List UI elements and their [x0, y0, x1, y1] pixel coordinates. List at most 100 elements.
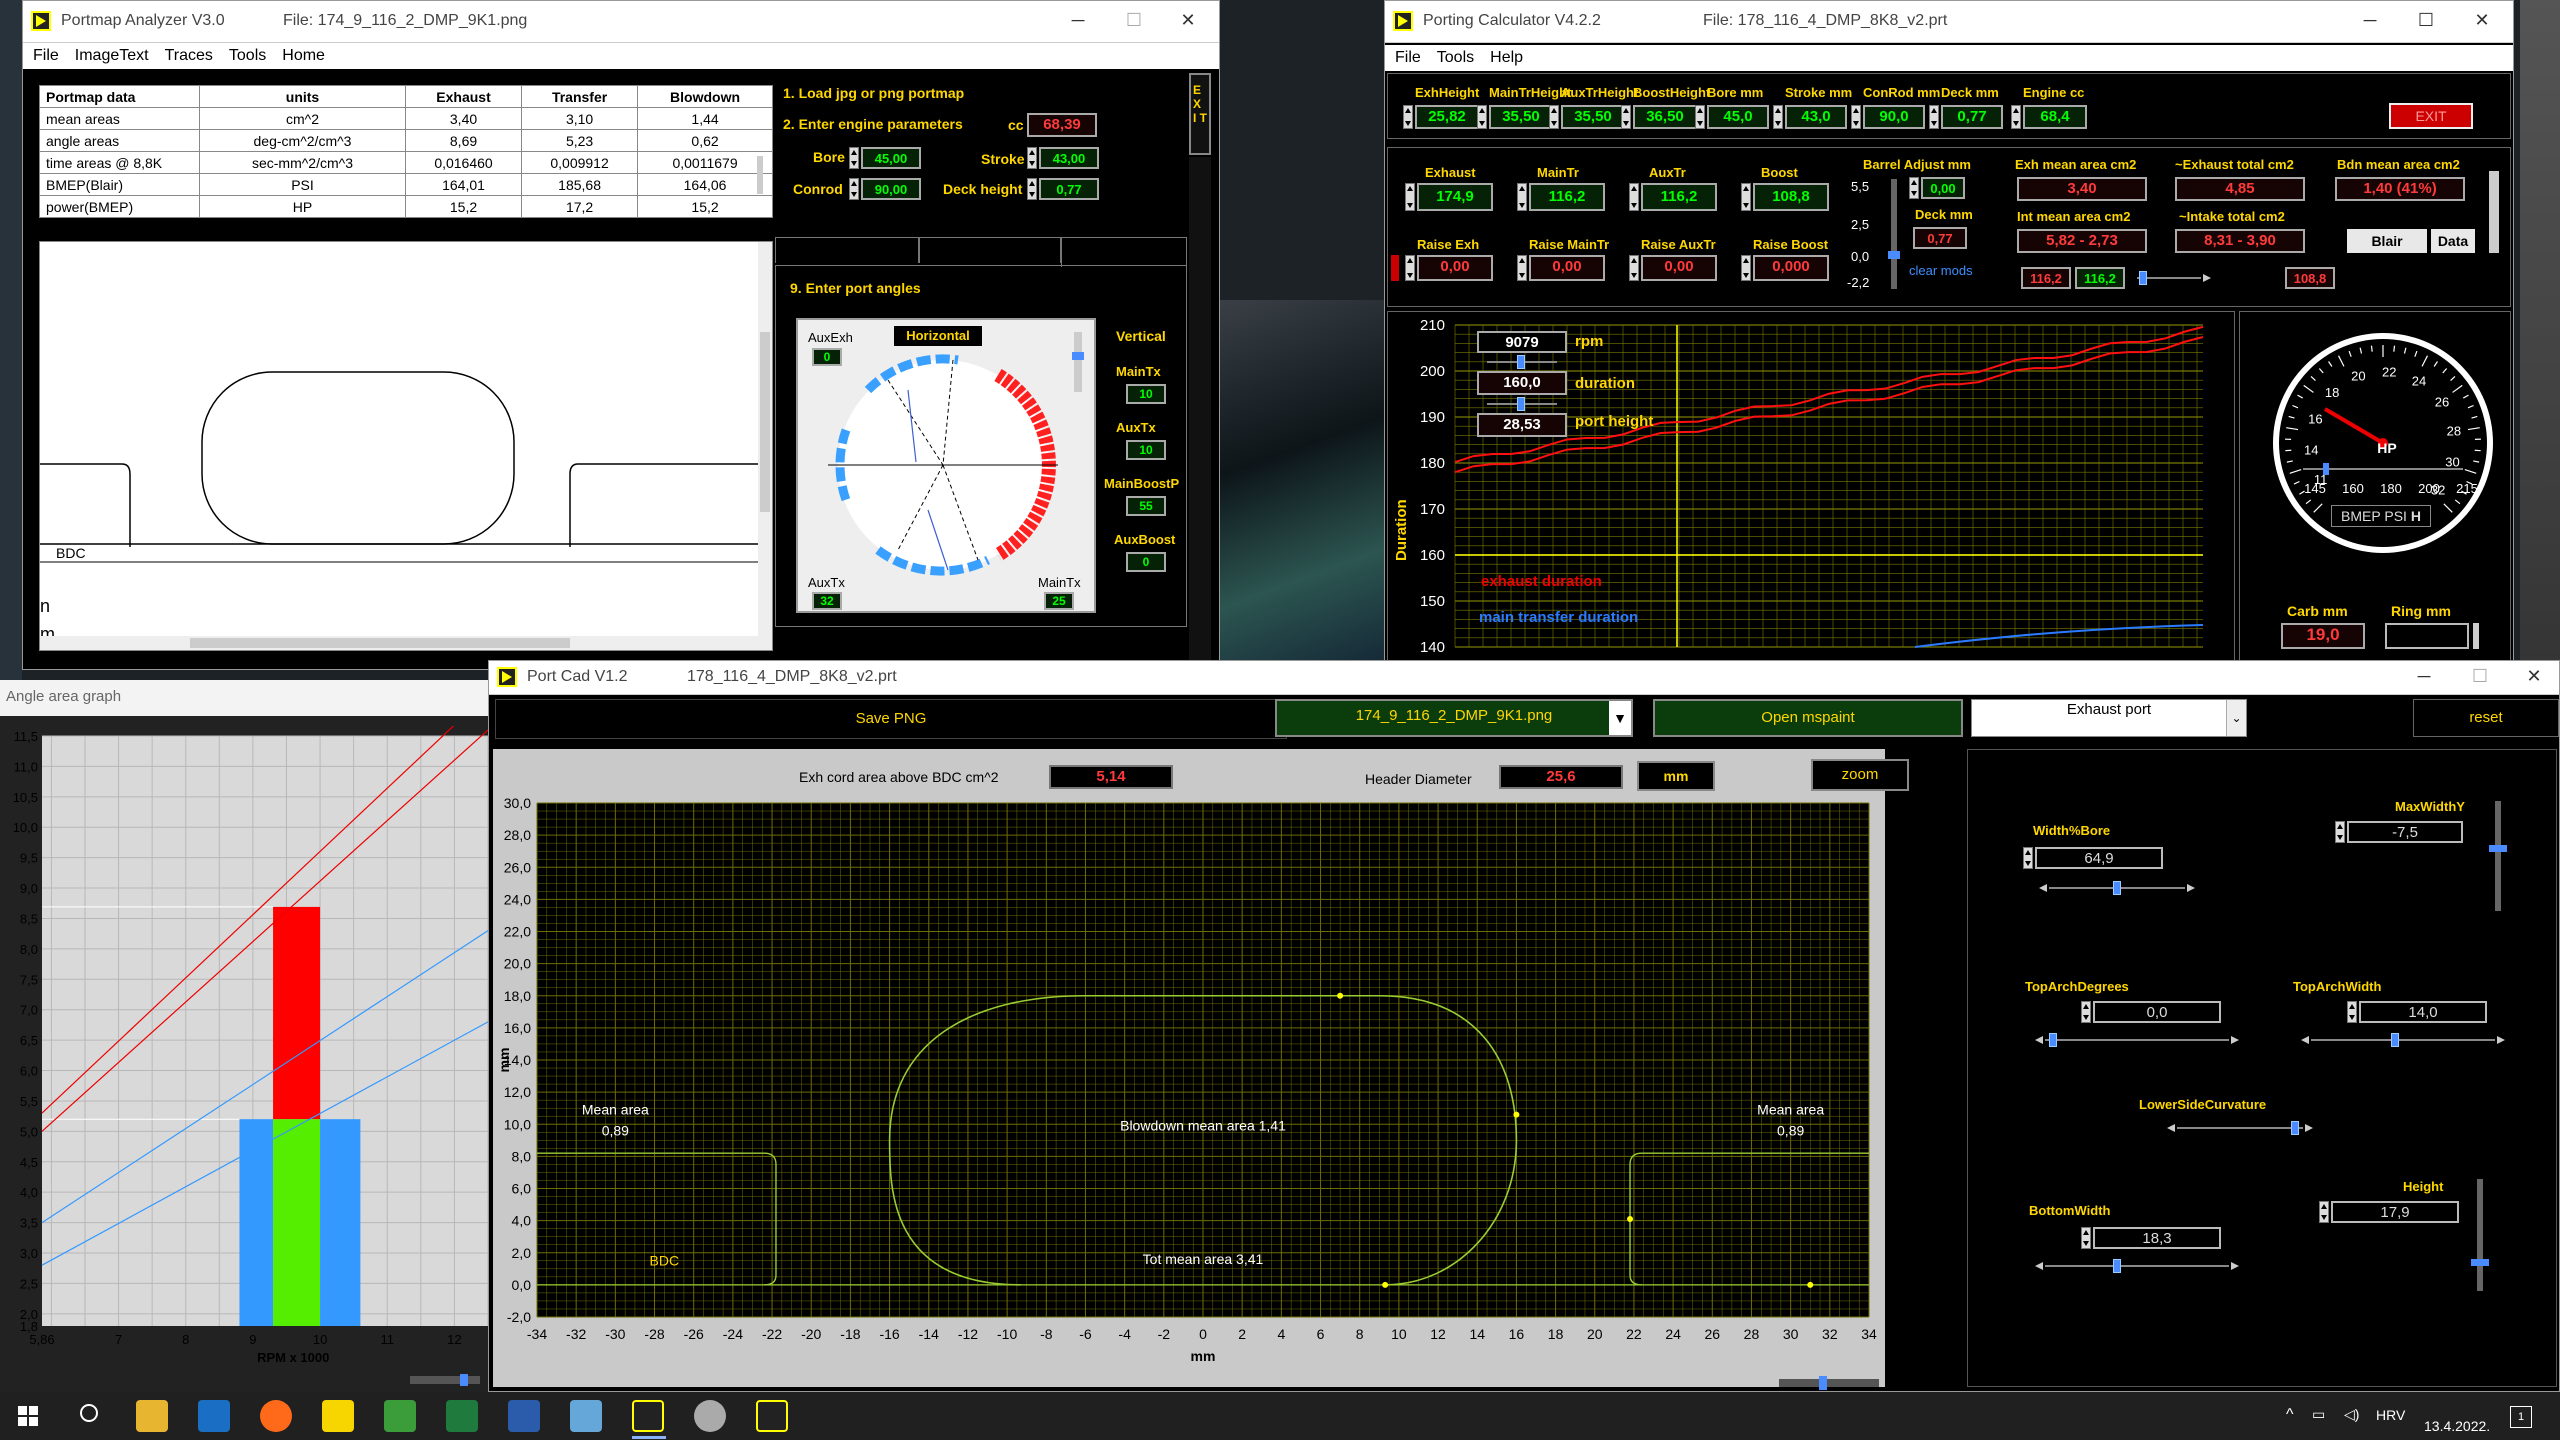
top-field-value[interactable]: 45,0 — [1707, 105, 1769, 129]
scroll-thumb[interactable] — [760, 332, 770, 512]
graph-hscroll[interactable] — [410, 1374, 480, 1386]
duration-field[interactable]: 160,0 — [1477, 371, 1567, 395]
top-field-spinner[interactable] — [1621, 105, 1631, 129]
raise-value[interactable]: 0,00 — [1641, 255, 1717, 281]
search-icon[interactable] — [80, 1404, 98, 1422]
menu-imagetext[interactable]: ImageText — [65, 43, 155, 65]
maximize-button[interactable]: ☐ — [1119, 9, 1149, 33]
portcad-app-icon[interactable] — [756, 1400, 788, 1432]
top-field-spinner[interactable] — [1851, 105, 1861, 129]
dur-value[interactable]: 174,9 — [1417, 183, 1493, 211]
bottom-width-spinner[interactable] — [2081, 1227, 2091, 1249]
maintx-bottom-field[interactable]: 25 — [1044, 592, 1074, 610]
toparch-deg-slider[interactable] — [2035, 1033, 2239, 1047]
bore-field[interactable]: 45,00 — [861, 147, 921, 169]
close-button[interactable]: ✕ — [2467, 9, 2497, 33]
cad-hscroll[interactable] — [1779, 1376, 1879, 1390]
bore-spinner[interactable] — [849, 147, 859, 169]
top-field-value[interactable]: 43,0 — [1785, 105, 1847, 129]
height-slider[interactable] — [2471, 1179, 2489, 1291]
tray-chevron-icon[interactable]: ^ — [2286, 1406, 2294, 1424]
raise-spinner[interactable] — [1741, 255, 1751, 281]
network-icon[interactable]: ▭ — [2312, 1406, 2325, 1423]
bottom-width-slider[interactable] — [2035, 1259, 2239, 1273]
menu-home[interactable]: Home — [272, 43, 331, 65]
exit-scroll[interactable] — [1189, 157, 1211, 667]
ring-field[interactable] — [2385, 623, 2469, 649]
width-bore-slider[interactable] — [2039, 881, 2195, 895]
carb-field[interactable]: 19,0 — [2281, 623, 2365, 649]
raise-spinner[interactable] — [1517, 255, 1527, 281]
conrod-field[interactable]: 90,00 — [861, 178, 921, 200]
toparch-deg-spinner[interactable] — [2081, 1001, 2091, 1023]
date[interactable]: 13.4.2022. — [2424, 1418, 2490, 1434]
tab-2[interactable] — [919, 237, 1061, 263]
port-select-dropdown[interactable]: Exhaust port ⌄ — [1971, 699, 2247, 737]
top-field-value[interactable]: 68,4 — [2023, 105, 2087, 129]
vertical-scrollbar[interactable] — [758, 242, 772, 650]
file-dropdown[interactable]: 174_9_116_2_DMP_9K1.png ▼ — [1275, 699, 1633, 737]
conrod-spinner[interactable] — [849, 178, 859, 200]
mainboost-field[interactable]: 55 — [1126, 496, 1166, 516]
dur-value[interactable]: 108,8 — [1753, 183, 1829, 211]
toparch-deg-field[interactable]: 0,0 — [2093, 1001, 2221, 1023]
slider-thumb[interactable] — [1072, 352, 1084, 360]
top-field-value[interactable]: 35,50 — [1489, 105, 1553, 129]
width-bore-field[interactable]: 64,9 — [2035, 847, 2163, 869]
maxwidth-slider[interactable] — [2489, 801, 2507, 911]
rpm-slider[interactable] — [1477, 355, 1567, 369]
stroke-field[interactable]: 43,00 — [1039, 147, 1099, 169]
top-field-spinner[interactable] — [1773, 105, 1783, 129]
exit-button[interactable]: E X I T — [1189, 73, 1211, 155]
step1-label[interactable]: 1. Load jpg or png portmap — [783, 85, 964, 101]
gray-app-icon[interactable] — [694, 1400, 726, 1432]
tab-1[interactable] — [775, 237, 919, 263]
maxwidth-field[interactable]: -7,5 — [2347, 821, 2463, 843]
small-slider[interactable] — [2127, 271, 2211, 285]
barrel-slider-thumb[interactable] — [1888, 251, 1900, 259]
raise-spinner[interactable] — [1405, 255, 1415, 281]
dur-spinner[interactable] — [1741, 183, 1751, 211]
menu-file[interactable]: File — [23, 43, 65, 65]
minimize-button[interactable]: ─ — [1063, 9, 1093, 33]
deck-field[interactable]: 0,77 — [1039, 178, 1099, 200]
dur-spinner[interactable] — [1405, 183, 1415, 211]
menu-tools[interactable]: Tools — [1427, 45, 1480, 67]
top-field-value[interactable]: 0,77 — [1941, 105, 2003, 129]
menu-help[interactable]: Help — [1480, 45, 1529, 67]
blue-app-icon[interactable] — [570, 1400, 602, 1432]
calc-scroll[interactable] — [2489, 171, 2499, 253]
height-slider-thumb[interactable] — [2471, 1259, 2489, 1266]
rpm-field[interactable]: 9079 — [1477, 331, 1567, 353]
top-field-spinner[interactable] — [1695, 105, 1705, 129]
close-button[interactable]: ✕ — [2519, 665, 2549, 689]
auxtx-bottom-field[interactable]: 32 — [812, 592, 842, 610]
data-button[interactable]: Data — [2431, 229, 2475, 253]
barrel-field[interactable]: 0,00 — [1921, 177, 1965, 199]
maximize-button[interactable]: ☐ — [2411, 9, 2441, 33]
maximize-button[interactable]: ☐ — [2465, 665, 2495, 689]
maintx-field[interactable]: 10 — [1126, 384, 1166, 404]
minimize-button[interactable]: ─ — [2409, 665, 2439, 689]
graph-hscroll-thumb[interactable] — [460, 1374, 468, 1386]
notification-icon[interactable]: 1 — [2510, 1406, 2532, 1428]
top-field-value[interactable]: 35,50 — [1561, 105, 1625, 129]
raise-value[interactable]: 0,000 — [1753, 255, 1829, 281]
toparch-width-field[interactable]: 14,0 — [2359, 1001, 2487, 1023]
maxwidth-spinner[interactable] — [2335, 821, 2345, 843]
top-field-value[interactable]: 36,50 — [1633, 105, 1697, 129]
dur-value[interactable]: 116,2 — [1529, 183, 1605, 211]
auxboost-field[interactable]: 0 — [1126, 552, 1166, 572]
volume-icon[interactable]: ◁) — [2344, 1406, 2359, 1423]
raise-spinner[interactable] — [1629, 255, 1639, 281]
toparch-width-spinner[interactable] — [2347, 1001, 2357, 1023]
excel-icon[interactable] — [446, 1400, 478, 1432]
deck-spinner[interactable] — [1027, 178, 1037, 200]
green-app-icon[interactable] — [384, 1400, 416, 1432]
vertical-slider[interactable] — [1072, 332, 1084, 392]
save-png-button[interactable]: Save PNG — [495, 699, 1287, 739]
table-cell[interactable]: PSI — [199, 173, 406, 196]
hscroll-thumb[interactable] — [190, 638, 570, 648]
top-field-spinner[interactable] — [1477, 105, 1487, 129]
reset-button[interactable]: reset — [2413, 699, 2559, 737]
